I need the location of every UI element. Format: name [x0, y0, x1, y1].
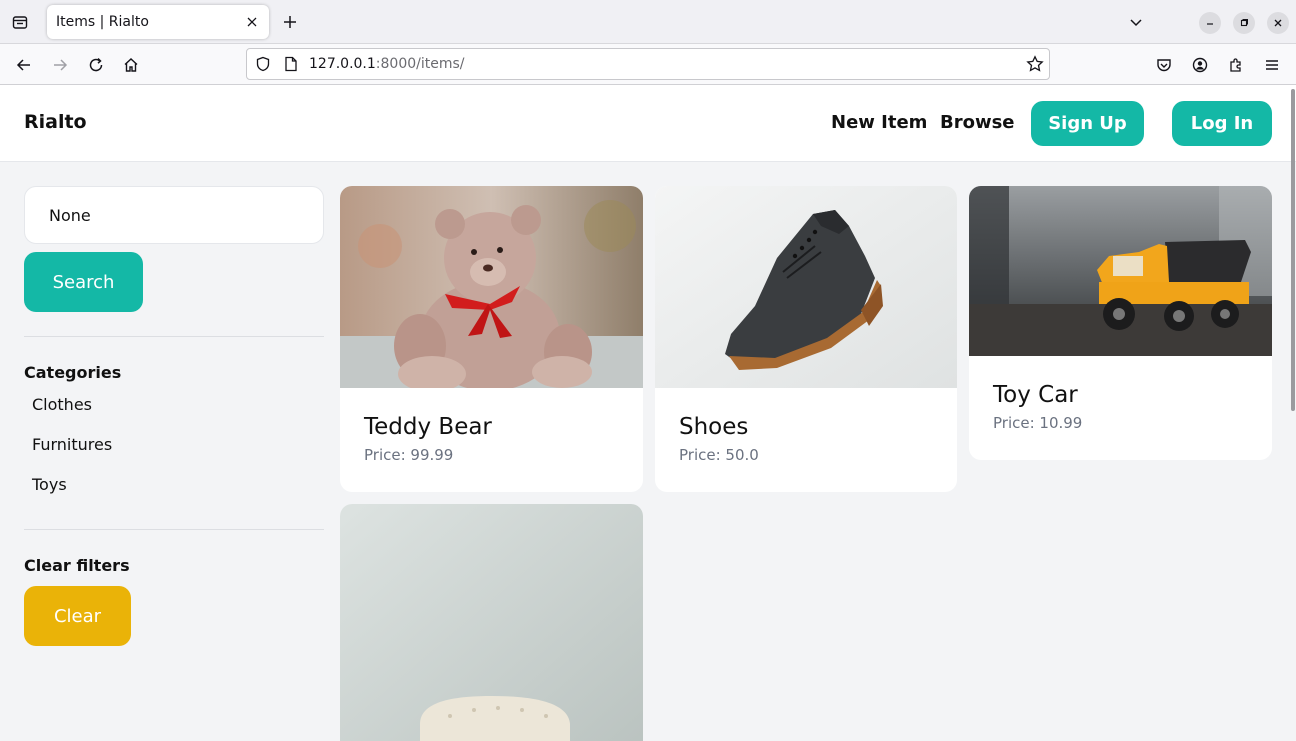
- account-icon[interactable]: [1188, 53, 1212, 77]
- forward-arrow-icon[interactable]: [48, 53, 72, 77]
- scrollbar-thumb[interactable]: [1291, 89, 1295, 411]
- browser-tab-bar: Items | Rialto: [0, 0, 1296, 44]
- log-in-button[interactable]: Log In: [1172, 101, 1272, 146]
- item-title[interactable]: Shoes: [679, 414, 748, 440]
- divider: [24, 336, 324, 337]
- clear-filters-heading: Clear filters: [24, 556, 130, 575]
- category-furnitures[interactable]: Furnitures: [32, 435, 112, 454]
- item-card-toy-car[interactable]: Toy Car Price: 10.99: [969, 186, 1272, 460]
- reload-icon[interactable]: [84, 53, 108, 77]
- chevron-down-icon[interactable]: [1124, 10, 1148, 34]
- minimize-icon[interactable]: [1199, 12, 1221, 34]
- url-path: :8000/items/: [375, 56, 465, 72]
- browser-tab[interactable]: Items | Rialto: [47, 5, 269, 39]
- back-arrow-icon[interactable]: [12, 53, 36, 77]
- nav-link-new-item[interactable]: New Item: [831, 112, 927, 133]
- restore-icon[interactable]: [1233, 12, 1255, 34]
- category-clothes[interactable]: Clothes: [32, 395, 92, 414]
- tab-title: Items | Rialto: [56, 14, 149, 30]
- armchair-image[interactable]: [340, 504, 643, 741]
- browser-nav-bar: 127.0.0.1:8000/items/: [0, 44, 1296, 85]
- page-icon[interactable]: [279, 52, 303, 76]
- brand-logo[interactable]: Rialto: [24, 111, 87, 133]
- sign-up-button[interactable]: Sign Up: [1031, 101, 1144, 146]
- item-price: Price: 10.99: [993, 414, 1083, 432]
- divider: [24, 529, 324, 530]
- close-icon[interactable]: [243, 13, 261, 31]
- item-card-teddy-bear[interactable]: Teddy Bear Price: 99.99: [340, 186, 643, 492]
- pocket-icon[interactable]: [1152, 53, 1176, 77]
- page-content: Rialto New Item Browse Sign Up Log In Se…: [0, 85, 1296, 741]
- bookmark-star-icon[interactable]: [1023, 52, 1047, 76]
- address-bar[interactable]: 127.0.0.1:8000/items/: [246, 48, 1050, 80]
- teddy-bear-image[interactable]: [340, 186, 643, 388]
- new-tab-plus-icon[interactable]: [278, 10, 302, 34]
- site-header: Rialto New Item Browse Sign Up Log In: [0, 85, 1296, 162]
- item-title[interactable]: Teddy Bear: [364, 414, 492, 440]
- item-title[interactable]: Toy Car: [993, 382, 1078, 408]
- window-close-icon[interactable]: [1267, 12, 1289, 34]
- nav-link-browse[interactable]: Browse: [940, 112, 1015, 133]
- shield-icon[interactable]: [251, 52, 275, 76]
- clear-button[interactable]: Clear: [24, 586, 131, 646]
- categories-heading: Categories: [24, 363, 122, 382]
- item-price: Price: 99.99: [364, 446, 454, 464]
- page-scrollbar[interactable]: [1290, 85, 1296, 741]
- item-price: Price: 50.0: [679, 446, 759, 464]
- shoe-image[interactable]: [655, 186, 957, 388]
- hamburger-menu-icon[interactable]: [1260, 53, 1284, 77]
- home-icon[interactable]: [119, 53, 143, 77]
- item-card-shoes[interactable]: Shoes Price: 50.0: [655, 186, 957, 492]
- search-input[interactable]: [24, 186, 324, 244]
- toy-truck-image[interactable]: [969, 186, 1272, 356]
- search-button[interactable]: Search: [24, 252, 143, 312]
- filter-sidebar: Search Categories Clothes Furnitures Toy…: [24, 186, 324, 741]
- url-text[interactable]: 127.0.0.1:8000/items/: [309, 56, 465, 72]
- category-toys[interactable]: Toys: [32, 475, 67, 494]
- extensions-puzzle-icon[interactable]: [1224, 53, 1248, 77]
- tab-list-icon[interactable]: [8, 10, 32, 34]
- url-host: 127.0.0.1: [309, 56, 376, 72]
- item-card-armchair[interactable]: [340, 504, 643, 741]
